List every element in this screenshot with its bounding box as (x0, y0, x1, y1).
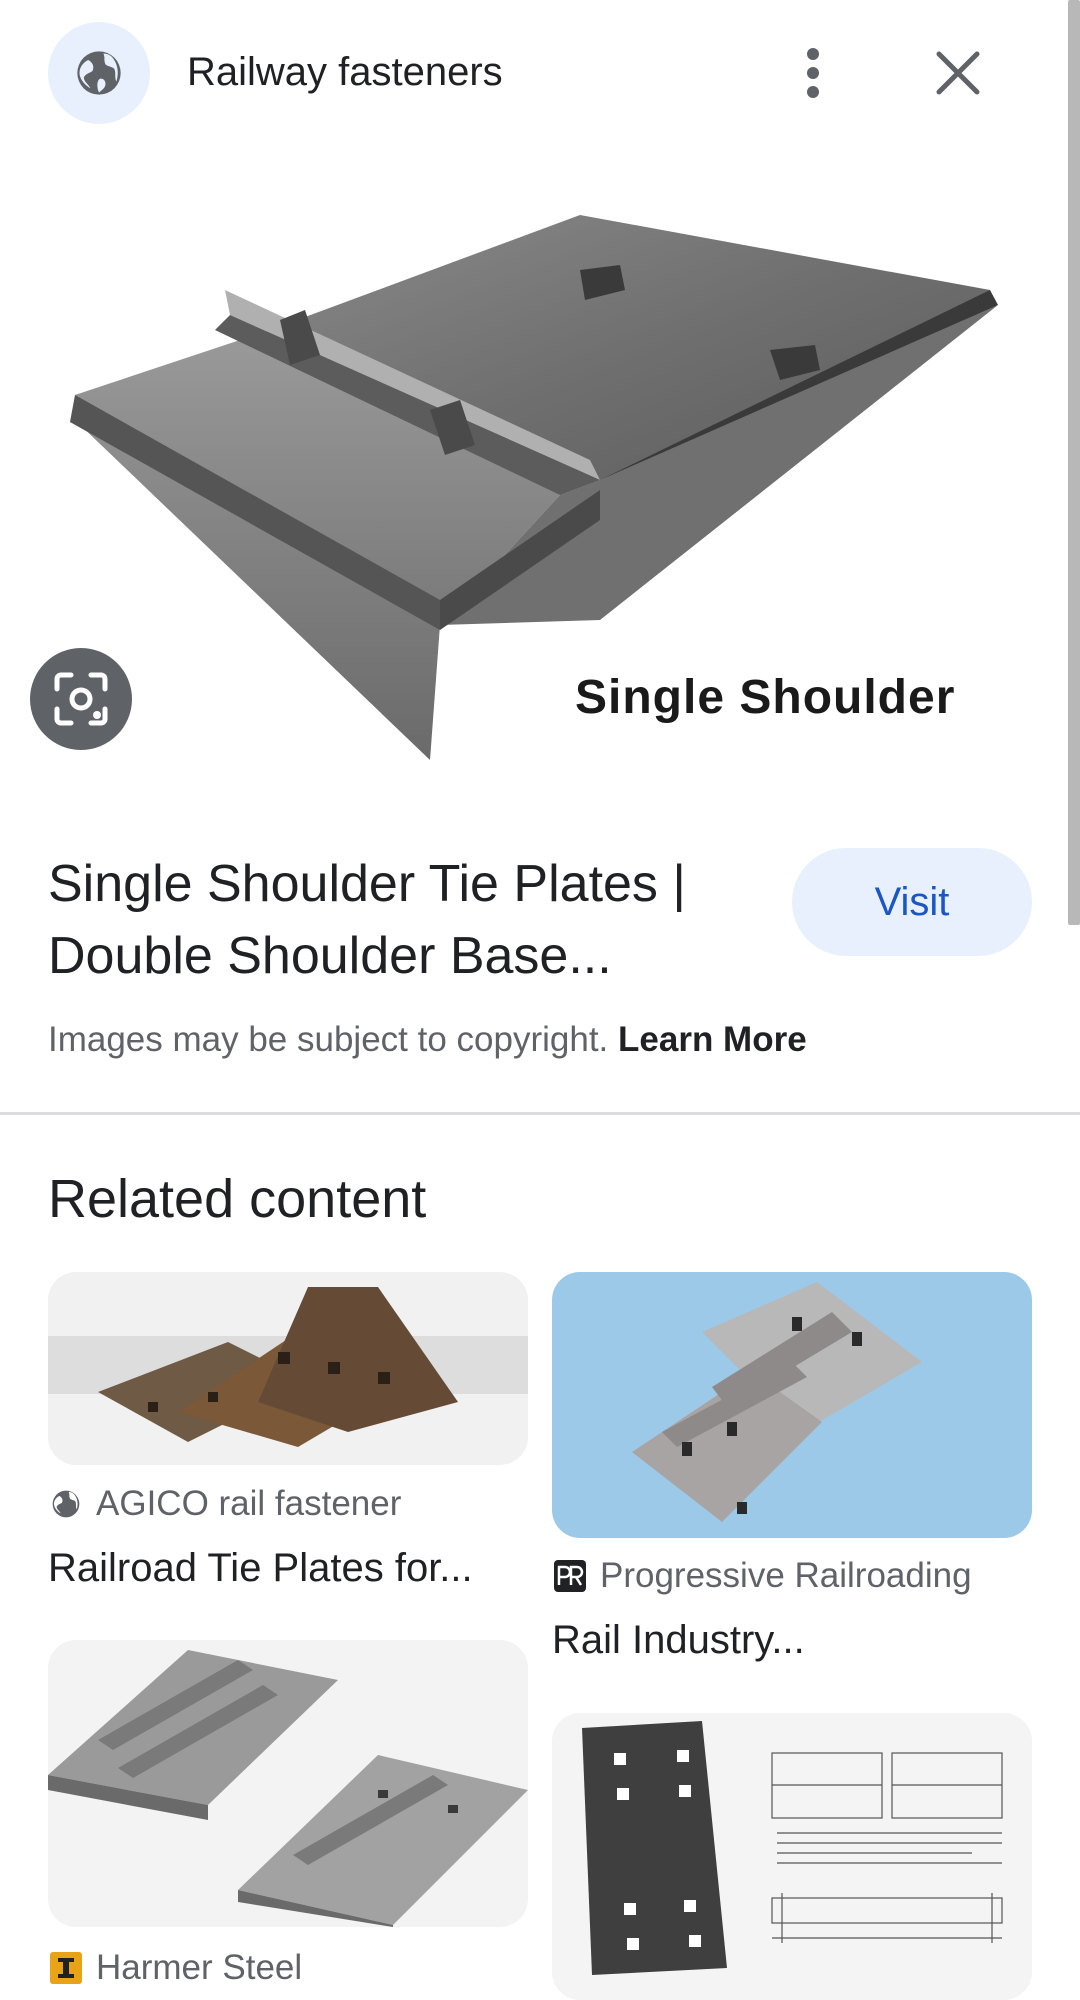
rail-logo-icon (48, 1950, 84, 1986)
visit-button[interactable]: Visit (792, 848, 1032, 956)
related-card-source-1[interactable]: AGICO rail fastener (48, 1484, 401, 1524)
section-divider (0, 1112, 1080, 1115)
related-card-image-2[interactable] (552, 1272, 1032, 1538)
source-name: AGICO rail fastener (96, 1484, 402, 1523)
copyright-notice: Images may be subject to copyright. Lear… (48, 1016, 807, 1064)
source-name: Progressive Railroading (600, 1556, 972, 1595)
site-globe-button[interactable] (48, 22, 150, 124)
related-card-source-3[interactable]: Harmer Steel (48, 1948, 302, 1988)
lens-search-button[interactable] (30, 648, 132, 750)
related-content-heading: Related content (48, 1169, 427, 1229)
pr-logo-icon (552, 1558, 588, 1594)
result-title-line-1: Single Shoulder Tie Plates | (48, 855, 686, 913)
more-vert-icon (807, 48, 819, 98)
rusty-plates-image (48, 1287, 528, 1447)
globe-icon (77, 51, 121, 95)
copyright-text: Images may be subject to copyright. (48, 1020, 609, 1059)
tie-plate-blue-bg-image (632, 1282, 922, 1522)
close-button[interactable] (927, 40, 989, 106)
related-card-image-3[interactable] (48, 1640, 528, 1927)
related-card-title-2[interactable]: Rail Industry... (552, 1614, 805, 1666)
scrollbar[interactable] (1068, 0, 1080, 925)
top-bar: Railway fasteners (0, 0, 1080, 145)
related-card-image-1[interactable] (48, 1272, 528, 1465)
result-title-line-2: Double Shoulder Base... (48, 927, 612, 985)
close-icon (936, 51, 980, 95)
tie-plate-drawing-image (582, 1721, 1003, 1975)
two-plates-image (48, 1650, 528, 1927)
page-title: Railway fasteners (187, 50, 503, 94)
related-card-source-2[interactable]: Progressive Railroading (552, 1556, 972, 1596)
result-title[interactable]: Single Shoulder Tie Plates | Double Shou… (48, 848, 748, 992)
lens-search-icon (54, 672, 108, 726)
related-card-title-1[interactable]: Railroad Tie Plates for... (48, 1542, 473, 1594)
more-options-button[interactable] (785, 40, 841, 106)
learn-more-link[interactable]: Learn More (618, 1020, 807, 1059)
main-image[interactable]: Single Shoulder (0, 160, 1068, 785)
related-card-image-4[interactable] (552, 1713, 1032, 2000)
image-caption: Single Shoulder (575, 671, 956, 724)
source-name: Harmer Steel (96, 1948, 303, 1987)
globe-icon (48, 1486, 84, 1522)
